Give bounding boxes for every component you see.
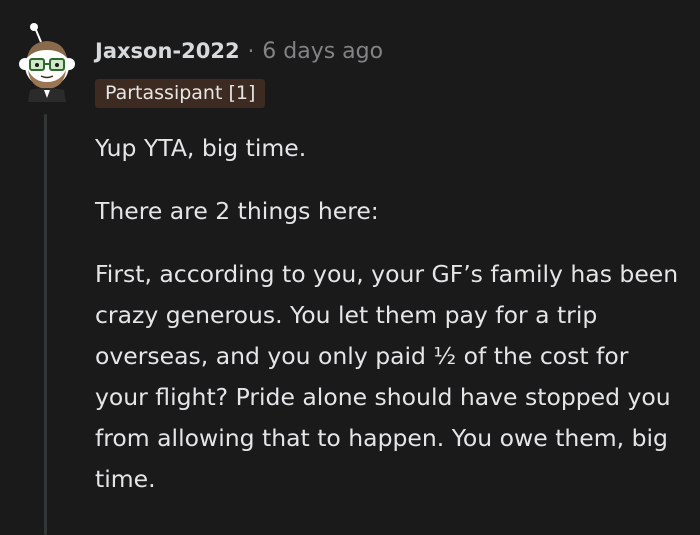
- comment-header: Jaxson-2022 · 6 days ago: [95, 34, 383, 68]
- comment-timestamp[interactable]: 6 days ago: [262, 39, 383, 64]
- author-username[interactable]: Jaxson-2022: [95, 39, 240, 63]
- comment-paragraph: Yup YTA, big time.: [95, 134, 307, 162]
- meta-separator: ·: [247, 39, 255, 63]
- thread-collapse-line[interactable]: [44, 114, 47, 535]
- user-avatar[interactable]: [14, 20, 80, 102]
- comment-paragraph: First, according to you, your GF’s famil…: [95, 260, 679, 493]
- comment: Jaxson-2022 · 6 days ago Partassipant [1…: [0, 0, 700, 535]
- user-flair: Partassipant [1]: [95, 79, 266, 108]
- comment-body: Yup YTA, big time. There are 2 things he…: [95, 128, 685, 522]
- comment-paragraph: There are 2 things here:: [95, 197, 379, 225]
- snoo-avatar-icon: [19, 23, 75, 102]
